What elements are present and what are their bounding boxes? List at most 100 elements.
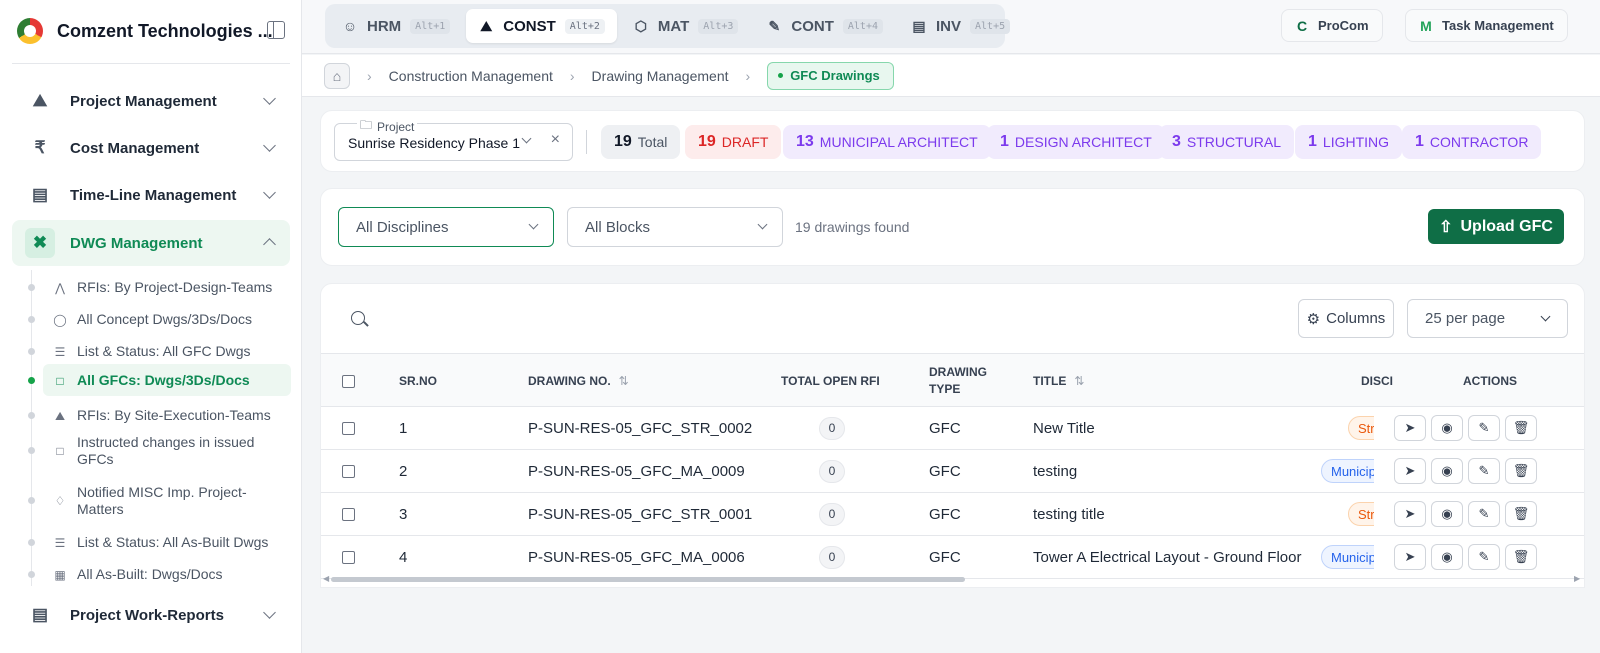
breadcrumb: ⌂ › Construction Management › Drawing Ma… (302, 55, 1600, 97)
stat-label: CONTRACTOR (1429, 134, 1529, 150)
file-check-icon: □ (56, 373, 64, 388)
trash-icon[interactable]: 🗑 (1505, 544, 1537, 570)
eye-icon[interactable]: ◉ (1431, 544, 1463, 570)
tab-label: INV (936, 17, 962, 35)
header-open-rfi: TOTAL OPEN RFI (781, 354, 880, 408)
submenu-rfis-design[interactable]: ⋀ RFIs: By Project-Design-Teams (28, 275, 291, 299)
submenu-concept-dwgs[interactable]: ◯ All Concept Dwgs/3Ds/Docs (28, 307, 291, 331)
breadcrumb-drawing[interactable]: Drawing Management (592, 68, 729, 84)
stat-contractor[interactable]: 1 CONTRACTOR (1402, 125, 1542, 159)
cell-open-rfi: 0 (819, 450, 845, 492)
stat-draft[interactable]: 19 DRAFT (685, 125, 782, 159)
tab-const[interactable]: ⛰ CONST Alt+2 (466, 9, 617, 43)
stat-structural[interactable]: 3 STRUCTURAL (1159, 125, 1295, 159)
tab-mat[interactable]: ⬡ MAT Alt+3 (621, 9, 751, 43)
tab-hrm[interactable]: ☺ HRM Alt+1 (330, 9, 462, 43)
cell-drawing-type: GFC (929, 505, 961, 523)
eye-icon[interactable]: ◉ (1431, 501, 1463, 527)
folder-icon: 🗀 (360, 118, 373, 132)
stat-total[interactable]: 19 Total (601, 125, 681, 159)
submenu-dot (28, 411, 35, 419)
rfi-count: 0 (819, 459, 845, 483)
home-icon[interactable]: ⌂ (324, 62, 350, 89)
edit-icon[interactable]: ✎ (1468, 458, 1500, 484)
chevron-up-icon (263, 238, 276, 251)
rfi-count: 0 (819, 416, 845, 440)
submenu-misc-matters[interactable]: ♢ Notified MISC Imp. Project-Matters (28, 484, 291, 518)
select-all-checkbox[interactable] (342, 354, 355, 408)
submenu-rfis-site[interactable]: ⛰ RFIs: By Site-Execution-Teams (28, 403, 291, 427)
menu-dwg-management[interactable]: ✖ DWG Management (12, 220, 290, 266)
send-icon[interactable]: ➤ (1394, 415, 1426, 441)
file-text-icon: ▤ (912, 17, 926, 34)
edit-icon[interactable]: ✎ (1468, 544, 1500, 570)
rupee-icon: ₹ (34, 138, 46, 157)
row-checkbox[interactable] (342, 421, 355, 435)
search-icon[interactable] (351, 311, 365, 325)
stat-label: LIGHTING (1322, 134, 1390, 150)
eye-icon[interactable]: ◉ (1431, 415, 1463, 441)
submenu-asbuilt-docs[interactable]: ▦ All As-Built: Dwgs/Docs (28, 562, 291, 586)
row-checkbox-cell (342, 493, 355, 535)
header-title[interactable]: TITLE ⇅ (1033, 354, 1084, 408)
sidebar-collapse-icon[interactable] (267, 21, 285, 39)
project-select[interactable]: 🗀 Project Sunrise Residency Phase 1 × (334, 116, 573, 161)
scroll-left-icon[interactable]: ◀ (323, 574, 329, 583)
tab-cont[interactable]: ✎ CONT Alt+4 (754, 9, 895, 43)
task-management-button[interactable]: M Task Management (1405, 9, 1568, 42)
stat-count: 19 (698, 133, 716, 150)
submenu-asbuilt-status[interactable]: ☰ List & Status: All As-Built Dwgs (28, 530, 291, 554)
stat-municipal-architect[interactable]: 13 MUNICIPAL ARCHITECT (783, 125, 991, 159)
current-dot (778, 73, 784, 78)
cell-srno: 2 (399, 462, 408, 480)
menu-work-reports[interactable]: ▤ Project Work-Reports (12, 592, 290, 638)
clear-icon[interactable]: × (551, 131, 560, 149)
submenu-gfc-status[interactable]: ☰ List & Status: All GFC Dwgs (28, 339, 291, 363)
stat-count: 13 (796, 133, 814, 150)
stat-design-architect[interactable]: 1 DESIGN ARCHITECT (987, 125, 1165, 159)
edit-icon[interactable]: ✎ (1468, 501, 1500, 527)
stat-label: DRAFT (721, 134, 769, 150)
hardhat-icon: ⛰ (32, 91, 48, 110)
upload-cloud-icon: ⇧ (1439, 218, 1453, 236)
checkbox[interactable] (342, 374, 355, 388)
submenu-all-gfcs[interactable]: □ All GFCs: Dwgs/3Ds/Docs (28, 364, 291, 396)
edit-icon[interactable]: ✎ (1468, 415, 1500, 441)
table-card: ⚙ Columns 25 per page SR.NO DRAWING NO. ⇅… (320, 283, 1585, 588)
tab-inv[interactable]: ▤ INV Alt+5 (899, 9, 1022, 43)
columns-button[interactable]: ⚙ Columns (1298, 299, 1394, 338)
header-drawing-no[interactable]: DRAWING NO. ⇅ (528, 354, 629, 408)
trash-icon[interactable]: 🗑 (1505, 458, 1537, 484)
submenu-label: List & Status: All GFC Dwgs (77, 342, 251, 359)
trash-icon[interactable]: 🗑 (1505, 501, 1537, 527)
send-icon[interactable]: ➤ (1394, 501, 1426, 527)
horizontal-scrollbar[interactable] (331, 577, 965, 582)
cell-drawing-type: GFC (929, 419, 961, 437)
send-icon[interactable]: ➤ (1394, 544, 1426, 570)
upload-gfc-button[interactable]: ⇧ Upload GFC (1428, 209, 1564, 244)
menu-timeline-management[interactable]: ▤ Time-Line Management (12, 172, 290, 218)
procom-button[interactable]: C ProCom (1281, 9, 1383, 42)
send-icon[interactable]: ➤ (1394, 458, 1426, 484)
cell-title: Tower A Electrical Layout - Ground Floor (1033, 548, 1302, 566)
scroll-right-icon[interactable]: ▶ (1574, 574, 1580, 583)
row-checkbox[interactable] (342, 550, 355, 564)
gear-icon: ⚙ (1306, 310, 1321, 328)
submenu-instructed-changes[interactable]: □ Instructed changes in issued GFCs (28, 434, 291, 468)
sort-icon[interactable]: ⇅ (1074, 373, 1084, 390)
row-checkbox[interactable] (342, 464, 355, 478)
header-label: DISCI (1361, 373, 1394, 388)
chevron-down-icon (528, 219, 539, 230)
discipline-select[interactable]: All Disciplines (338, 207, 554, 247)
stat-lighting[interactable]: 1 LIGHTING (1295, 125, 1403, 159)
menu-project-management[interactable]: ⛰ Project Management (12, 78, 290, 124)
per-page-select[interactable]: 25 per page (1407, 299, 1568, 338)
trash-icon[interactable]: 🗑 (1505, 415, 1537, 441)
block-select[interactable]: All Blocks (567, 207, 783, 247)
row-checkbox[interactable] (342, 507, 355, 521)
menu-cost-management[interactable]: ₹ Cost Management (12, 125, 290, 171)
eye-icon[interactable]: ◉ (1431, 458, 1463, 484)
breadcrumb-construction[interactable]: Construction Management (389, 68, 553, 84)
sort-icon[interactable]: ⇅ (619, 373, 629, 390)
header-label: DRAWING NO. (528, 373, 611, 388)
